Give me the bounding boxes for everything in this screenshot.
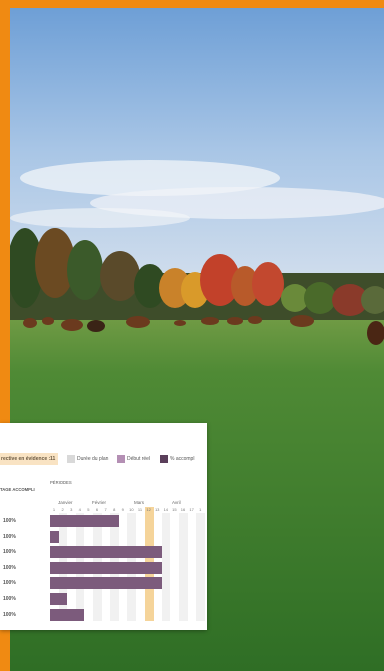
period-number: 1 — [52, 507, 56, 512]
row-percent: 100% — [3, 518, 16, 524]
period-number: 3 — [70, 507, 73, 512]
period-number: 13 — [154, 507, 160, 512]
accomplished-swatch — [160, 455, 168, 463]
task-bar — [50, 561, 162, 574]
period-column-stripe — [161, 513, 171, 621]
period-number: 12 — [146, 507, 151, 512]
task-bar — [50, 608, 85, 621]
period-number: 16 — [180, 507, 186, 512]
row-percent: 100% — [3, 580, 16, 587]
period-number: 10 — [129, 507, 134, 512]
month-label: Janvier — [58, 500, 73, 505]
actual-start-label: Début réel — [127, 456, 151, 462]
month-label: Février — [92, 500, 107, 505]
row-percent: 100% — [3, 533, 16, 540]
cloud — [10, 208, 190, 228]
row-percent: 100% — [3, 564, 16, 571]
plan-duration-swatch — [67, 455, 75, 463]
period-number: 4 — [78, 507, 81, 512]
period-column-stripe — [179, 513, 188, 621]
period-number: 14 — [163, 507, 169, 512]
month-label: Mars — [134, 500, 144, 505]
period-number: 9 — [121, 507, 124, 512]
periods-header: PÉRIODES — [50, 480, 72, 485]
task-bar — [50, 546, 162, 559]
row-percent: 100% — [3, 611, 16, 618]
month-label: Avril — [172, 500, 181, 505]
task-bar — [50, 577, 162, 590]
period-column-stripe — [196, 513, 205, 621]
task-bar — [50, 530, 59, 543]
highlight-period-label: rective en évidence : — [1, 456, 51, 462]
period-number: 1 — [199, 507, 202, 512]
period-number: 6 — [95, 507, 99, 512]
task-bar — [50, 593, 68, 605]
plan-duration-label: Durée du plan — [77, 456, 109, 462]
task-bar — [50, 515, 119, 527]
accomplished-label: % accompl — [170, 456, 195, 462]
period-number: 11 — [137, 507, 143, 512]
highlight-period-value: 11 — [50, 456, 56, 462]
period-number: 7 — [104, 507, 107, 512]
percent-header: TAGE ACCOMPLI — [0, 487, 35, 492]
period-number: 5 — [87, 507, 90, 512]
top-accent-border — [0, 0, 384, 8]
period-number: 8 — [113, 507, 116, 512]
gantt-chart-card: rective en évidence : 11 Durée du plan D… — [0, 423, 207, 630]
row-percent: 100% — [3, 596, 16, 602]
period-number: 2 — [61, 507, 64, 512]
row-percent: 100% — [3, 549, 16, 556]
period-number: 17 — [189, 507, 194, 512]
period-number: 15 — [172, 507, 177, 512]
actual-start-swatch — [117, 455, 125, 463]
